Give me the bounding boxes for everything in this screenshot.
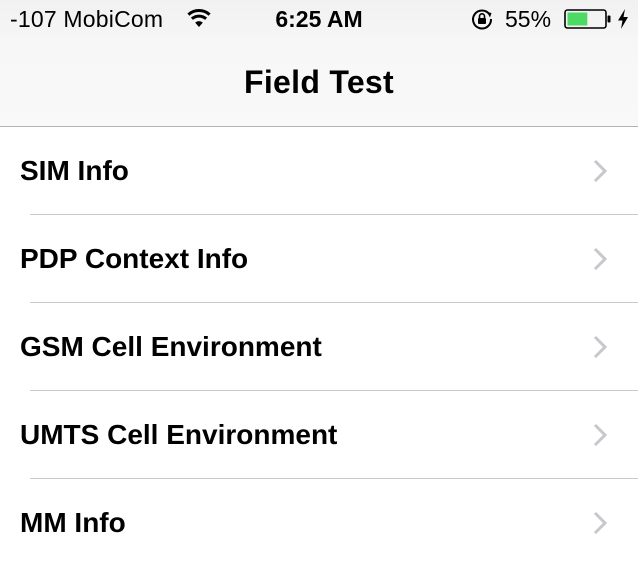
chevron-right-icon [593, 423, 608, 447]
list-item-sim-info[interactable]: SIM Info [0, 127, 638, 215]
field-test-menu: SIM Info PDP Context Info GSM Cell Envir… [0, 127, 638, 563]
chevron-right-icon [593, 511, 608, 535]
chevron-right-icon [593, 247, 608, 271]
list-item-label: UMTS Cell Environment [20, 419, 338, 450]
screen: -107 MobiCom 6:25 AM 55% Field Test SIM … [0, 0, 638, 563]
list-item-label: MM Info [20, 507, 126, 538]
battery-icon [564, 9, 611, 29]
status-bar: -107 MobiCom 6:25 AM 55% [0, 0, 638, 38]
chevron-right-icon [593, 159, 608, 183]
list-item-label: SIM Info [20, 155, 129, 186]
page-title: Field Test [244, 64, 394, 100]
list-item-gsm-cell-environment[interactable]: GSM Cell Environment [0, 303, 638, 391]
list-item-label: PDP Context Info [20, 243, 249, 274]
top-bar: -107 MobiCom 6:25 AM 55% Field Test [0, 0, 638, 127]
list-item-pdp-context-info[interactable]: PDP Context Info [0, 215, 638, 303]
list-item-umts-cell-environment[interactable]: UMTS Cell Environment [0, 391, 638, 479]
charging-bolt-icon [618, 9, 628, 29]
rotation-lock-icon [472, 9, 493, 30]
chevron-right-icon [593, 335, 608, 359]
list-item-label: GSM Cell Environment [20, 331, 322, 362]
battery-percentage: 55% [505, 6, 552, 32]
list-item-mm-info[interactable]: MM Info [0, 479, 638, 563]
